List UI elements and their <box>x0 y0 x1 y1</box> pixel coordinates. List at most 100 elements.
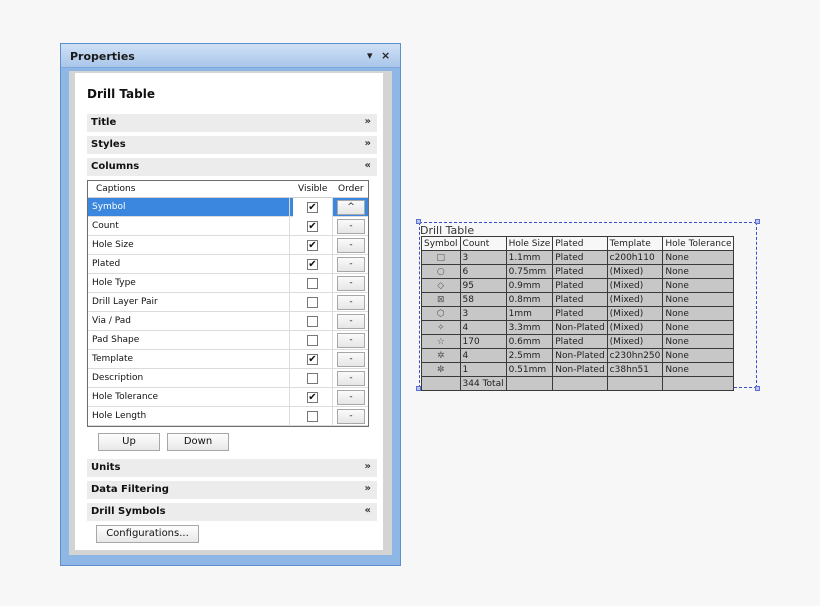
column-row[interactable]: Template ✔ - <box>88 350 368 369</box>
column-caption: Template <box>92 350 290 369</box>
visible-checkbox[interactable] <box>307 411 318 422</box>
drill-cell: 2.5mm <box>505 348 554 363</box>
drill-row: ✲ 4 2.5mm Non-Plated c230hn250 None <box>421 348 735 363</box>
drill-cell: c200h110 <box>606 250 664 265</box>
column-caption: Symbol <box>92 198 290 217</box>
column-row[interactable]: Hole Length - <box>88 407 368 426</box>
visible-cell: ✔ <box>293 236 333 255</box>
panel-menu-icon[interactable]: ▾ <box>367 49 373 62</box>
drill-cell: None <box>662 250 735 265</box>
visible-checkbox[interactable] <box>307 335 318 346</box>
visible-cell: ✔ <box>293 198 333 217</box>
chevron-up-icon: « <box>364 505 371 516</box>
column-caption: Plated <box>92 255 290 274</box>
up-button[interactable]: Up <box>98 433 160 451</box>
section-data-filtering[interactable]: Data Filtering » <box>87 481 377 499</box>
order-button[interactable]: - <box>337 371 365 386</box>
drill-total-row: 344 Total <box>421 376 735 391</box>
header-visible: Visible <box>298 184 328 194</box>
column-row[interactable]: Pad Shape - <box>88 331 368 350</box>
chevron-down-icon: » <box>364 483 371 494</box>
visible-checkbox[interactable]: ✔ <box>307 354 318 365</box>
drill-row: ⊠ 58 0.8mm Plated (Mixed) None <box>421 292 735 307</box>
column-row[interactable]: Hole Type - <box>88 274 368 293</box>
column-row[interactable]: Plated ✔ - <box>88 255 368 274</box>
drill-cell <box>606 376 664 391</box>
column-row[interactable]: Via / Pad - <box>88 312 368 331</box>
drill-row: ◇ 95 0.9mm Plated (Mixed) None <box>421 278 735 293</box>
drill-symbol-icon: □ <box>421 250 461 265</box>
visible-cell <box>293 407 333 426</box>
section-units[interactable]: Units » <box>87 459 377 477</box>
section-drill-symbols[interactable]: Drill Symbols « <box>87 503 377 521</box>
order-button[interactable]: - <box>337 257 365 272</box>
order-button[interactable]: - <box>337 314 365 329</box>
column-row[interactable]: Count ✔ - <box>88 217 368 236</box>
resize-handle[interactable] <box>755 386 760 391</box>
visible-cell <box>293 369 333 388</box>
order-button[interactable]: - <box>337 295 365 310</box>
column-row[interactable]: Drill Layer Pair - <box>88 293 368 312</box>
section-label: Data Filtering <box>91 484 169 495</box>
drill-table-object[interactable]: Drill Table Symbol Count Hole Size Plated Te… <box>416 219 760 391</box>
column-row[interactable]: Symbol ✔ ^ <box>88 198 368 217</box>
resize-handle[interactable] <box>755 219 760 224</box>
drill-cell: (Mixed) <box>606 334 664 349</box>
column-row[interactable]: Hole Size ✔ - <box>88 236 368 255</box>
drill-cell: Non-Plated <box>552 362 608 377</box>
section-label: Styles <box>91 139 126 150</box>
chevron-down-icon: » <box>364 138 371 149</box>
section-label: Drill Symbols <box>91 506 166 517</box>
order-button[interactable]: - <box>337 409 365 424</box>
visible-cell <box>293 331 333 350</box>
drill-cell: None <box>662 348 735 363</box>
section-label: Units <box>91 462 121 473</box>
order-button[interactable]: - <box>337 390 365 405</box>
visible-checkbox[interactable]: ✔ <box>307 392 318 403</box>
close-icon[interactable]: × <box>381 49 390 62</box>
visible-checkbox[interactable] <box>307 297 318 308</box>
drill-cell: 4 <box>459 348 507 363</box>
column-caption: Hole Size <box>92 236 290 255</box>
section-styles[interactable]: Styles » <box>87 136 377 154</box>
order-button[interactable]: ^ <box>337 200 365 215</box>
visible-checkbox[interactable]: ✔ <box>307 259 318 270</box>
drill-symbol-icon: ◇ <box>421 278 461 293</box>
drill-cell: None <box>662 292 735 307</box>
drill-cell: c38hn51 <box>606 362 664 377</box>
down-button[interactable]: Down <box>167 433 229 451</box>
visible-checkbox[interactable]: ✔ <box>307 240 318 251</box>
drill-cell: 1mm <box>505 306 554 321</box>
drill-symbol-icon: ⊠ <box>421 292 461 307</box>
visible-checkbox[interactable] <box>307 373 318 384</box>
visible-cell <box>293 293 333 312</box>
visible-checkbox[interactable]: ✔ <box>307 202 318 213</box>
drill-cell: 3 <box>459 306 507 321</box>
column-caption: Pad Shape <box>92 331 290 350</box>
column-row[interactable]: Description - <box>88 369 368 388</box>
order-button[interactable]: - <box>337 238 365 253</box>
drill-symbol-icon: ○ <box>421 264 461 279</box>
drill-cell: None <box>662 334 735 349</box>
drill-cell: c230hn250 <box>606 348 664 363</box>
drill-table: Symbol Count Hole Size Plated Template Hole T… <box>421 236 735 391</box>
drill-cell: Plated <box>552 250 608 265</box>
section-columns[interactable]: Columns « <box>87 158 377 176</box>
drill-header-cell: Plated <box>552 236 608 251</box>
visible-checkbox[interactable] <box>307 278 318 289</box>
chevron-down-icon: » <box>364 461 371 472</box>
drill-cell: 0.8mm <box>505 292 554 307</box>
column-row[interactable]: Hole Tolerance ✔ - <box>88 388 368 407</box>
visible-checkbox[interactable] <box>307 316 318 327</box>
configurations-button[interactable]: Configurations... <box>96 525 199 543</box>
order-button[interactable]: - <box>337 276 365 291</box>
visible-cell: ✔ <box>293 350 333 369</box>
drill-cell: (Mixed) <box>606 264 664 279</box>
visible-cell <box>293 274 333 293</box>
order-button[interactable]: - <box>337 219 365 234</box>
drill-symbol-icon: ✧ <box>421 320 461 335</box>
visible-checkbox[interactable]: ✔ <box>307 221 318 232</box>
section-title[interactable]: Title » <box>87 114 377 132</box>
order-button[interactable]: - <box>337 333 365 348</box>
order-button[interactable]: - <box>337 352 365 367</box>
